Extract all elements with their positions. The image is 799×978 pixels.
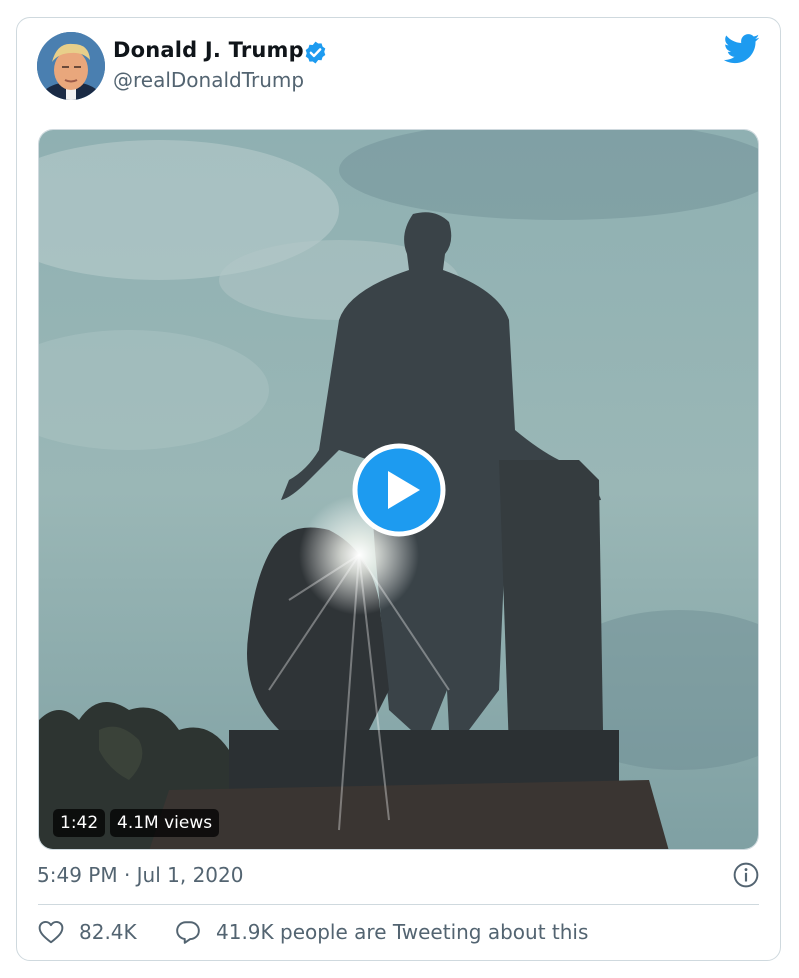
verified-badge-icon: [305, 41, 326, 64]
avatar[interactable]: [37, 32, 105, 100]
tweet-timestamp[interactable]: 5:49 PM · Jul 1, 2020: [37, 863, 243, 887]
heart-icon[interactable]: [38, 920, 64, 944]
video-player[interactable]: 1:42 4.1M views: [38, 129, 759, 850]
play-icon[interactable]: [352, 443, 446, 537]
info-icon[interactable]: [733, 862, 759, 888]
author-name[interactable]: Donald J. Trump: [113, 38, 304, 62]
author-handle[interactable]: @realDonaldTrump: [113, 68, 304, 92]
twitter-bird-icon[interactable]: [724, 34, 760, 64]
like-count[interactable]: 82.4K: [79, 920, 137, 944]
video-duration-badge: 1:42: [53, 809, 106, 837]
divider: [38, 904, 759, 905]
speech-bubble-icon[interactable]: [175, 920, 201, 944]
discussion-link[interactable]: 41.9K people are Tweeting about this: [216, 920, 588, 944]
video-views-badge: 4.1M views: [110, 809, 220, 837]
